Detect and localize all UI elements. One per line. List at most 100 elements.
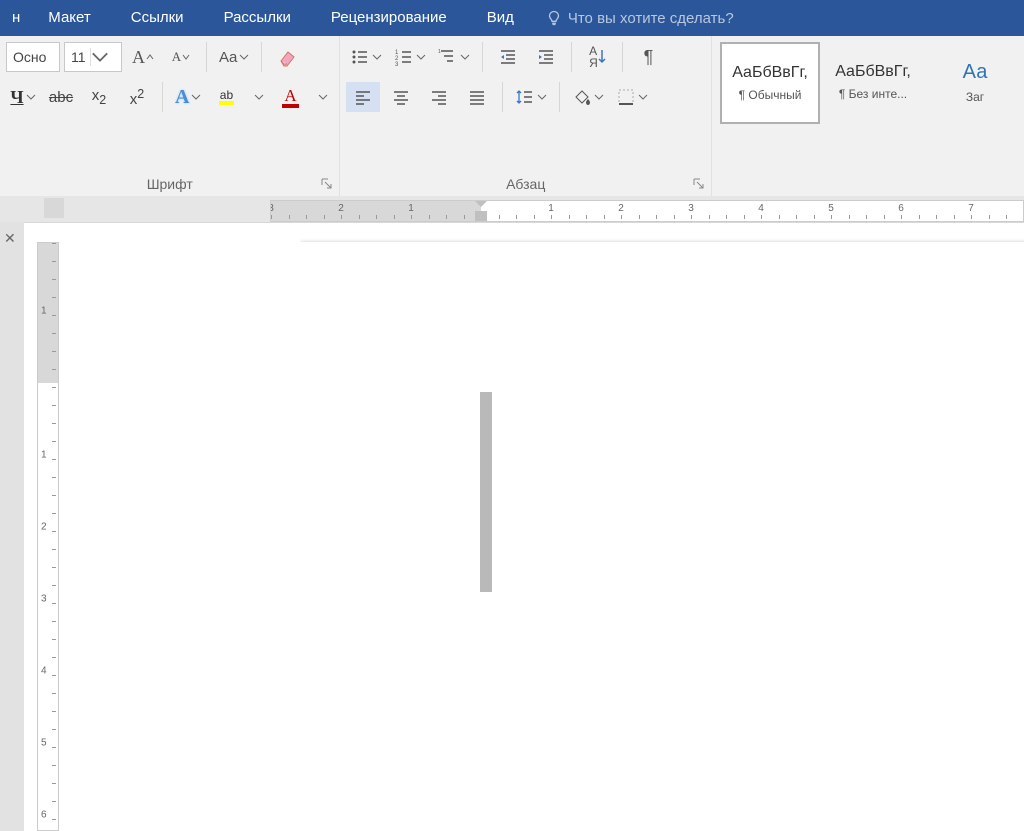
- ruler-number: 2: [338, 203, 344, 214]
- separator: [261, 42, 262, 72]
- chevron-down-icon: [460, 52, 470, 62]
- chevron-down-icon: [416, 52, 426, 62]
- show-marks-button[interactable]: ¶: [631, 42, 665, 72]
- ribbon-tab-layout[interactable]: Макет: [28, 0, 110, 36]
- align-right-button[interactable]: [422, 82, 456, 112]
- separator: [502, 82, 503, 112]
- hanging-indent-marker[interactable]: [475, 211, 487, 222]
- shading-button[interactable]: [568, 82, 608, 112]
- separator: [559, 82, 560, 112]
- ribbon-tab-view[interactable]: Вид: [467, 0, 534, 36]
- paragraph-group-label: Абзац: [340, 176, 711, 192]
- change-case-button[interactable]: Aa: [215, 42, 253, 72]
- bullets-button[interactable]: [346, 42, 386, 72]
- chevron-down-icon: [239, 52, 249, 62]
- subscript-button[interactable]: x2: [82, 82, 116, 112]
- justify-button[interactable]: [460, 82, 494, 112]
- ruler-number: 5: [41, 738, 47, 749]
- ruler-number: 1: [548, 203, 554, 214]
- paragraph-dialog-launcher[interactable]: [693, 178, 705, 190]
- sort-button[interactable]: АЯ: [580, 42, 614, 72]
- ruler-number: 2: [618, 203, 624, 214]
- align-left-button[interactable]: [346, 82, 380, 112]
- highlight-button[interactable]: ab: [209, 82, 243, 112]
- ribbon-tab-design-partial[interactable]: н: [4, 0, 28, 36]
- document-page[interactable]: [300, 242, 1024, 831]
- underline-button[interactable]: Ч: [6, 82, 40, 112]
- ribbon-tab-references[interactable]: Ссылки: [111, 0, 204, 36]
- decrease-indent-icon: [498, 47, 518, 67]
- multilevel-icon: 1: [438, 47, 458, 67]
- font-color-button[interactable]: A: [273, 82, 307, 112]
- ruler-number: 3: [41, 594, 47, 605]
- multilevel-button[interactable]: 1: [434, 42, 474, 72]
- borders-button[interactable]: [612, 82, 652, 112]
- grow-font-button[interactable]: A: [126, 42, 160, 72]
- style-name: ¶ Обычный: [739, 88, 802, 102]
- tab-selector[interactable]: [44, 198, 64, 218]
- arrow-down-icon: [598, 48, 606, 66]
- dialog-launcher-icon: [693, 178, 705, 190]
- line-spacing-icon: [515, 87, 535, 107]
- document-area: [300, 222, 1024, 831]
- font-name-combo[interactable]: Осно: [6, 42, 60, 72]
- tell-me-placeholder: Что вы хотите сделать?: [568, 10, 734, 27]
- chevron-down-icon: [191, 92, 201, 102]
- align-center-icon: [391, 87, 411, 107]
- ruler-number: 2: [41, 242, 47, 245]
- style-name: Заг: [966, 90, 984, 104]
- separator: [206, 42, 207, 72]
- text-cursor: [480, 392, 492, 592]
- font-color-dropdown[interactable]: [313, 92, 333, 102]
- chevron-down-icon: [537, 92, 547, 102]
- svg-text:3: 3: [395, 62, 399, 67]
- close-icon[interactable]: ✕: [4, 230, 16, 247]
- ruler-number: 5: [828, 203, 834, 214]
- down-caret-icon: [182, 53, 190, 61]
- chevron-down-icon: [254, 92, 264, 102]
- ruler-number: 2: [41, 522, 47, 533]
- increase-indent-button[interactable]: [529, 42, 563, 72]
- style-normal[interactable]: АаБбВвГг, ¶ Обычный: [720, 42, 820, 124]
- font-dialog-launcher[interactable]: [321, 178, 333, 190]
- style-no-spacing[interactable]: АаБбВвГг, ¶ Без инте...: [824, 42, 922, 122]
- chevron-down-icon: [372, 52, 382, 62]
- vertical-ruler-container: 21123456: [34, 222, 62, 831]
- text-effects-button[interactable]: A: [171, 82, 205, 112]
- increase-indent-icon: [536, 47, 556, 67]
- style-preview: Аа: [963, 61, 988, 90]
- ruler-number: 1: [41, 306, 47, 317]
- horizontal-ruler[interactable]: 32112345678: [270, 200, 1024, 222]
- bullets-icon: [350, 47, 370, 67]
- up-caret-icon: [146, 53, 154, 61]
- highlight-dropdown[interactable]: [249, 92, 269, 102]
- decrease-indent-button[interactable]: [491, 42, 525, 72]
- chevron-down-icon: [594, 92, 604, 102]
- separator: [482, 42, 483, 72]
- chevron-down-icon: [318, 92, 328, 102]
- align-center-button[interactable]: [384, 82, 418, 112]
- align-left-icon: [353, 87, 373, 107]
- ribbon-tab-review[interactable]: Рецензирование: [311, 0, 467, 36]
- ribbon-tab-mailings[interactable]: Рассылки: [204, 0, 311, 36]
- line-spacing-button[interactable]: [511, 82, 551, 112]
- vertical-ruler[interactable]: 21123456: [37, 242, 59, 831]
- ruler-number: 7: [968, 203, 974, 214]
- numbering-button[interactable]: 123: [390, 42, 430, 72]
- font-size-combo[interactable]: 11: [64, 42, 122, 72]
- shrink-font-button[interactable]: A: [164, 42, 198, 72]
- strikethrough-button[interactable]: abc: [44, 82, 78, 112]
- style-heading1[interactable]: Аа Заг: [926, 42, 1024, 122]
- chevron-down-icon: [26, 92, 36, 102]
- separator: [162, 82, 163, 112]
- font-group-label: Шрифт: [0, 176, 339, 192]
- superscript-button[interactable]: x2: [120, 82, 154, 112]
- separator: [571, 42, 572, 72]
- clear-formatting-button[interactable]: [270, 42, 304, 72]
- borders-icon: [616, 87, 636, 107]
- separator: [622, 42, 623, 72]
- styles-gallery[interactable]: АаБбВвГг, ¶ Обычный АаБбВвГг, ¶ Без инте…: [712, 36, 1024, 196]
- tell-me-search[interactable]: Что вы хотите сделать?: [534, 10, 734, 27]
- style-preview: АаБбВвГг,: [835, 63, 911, 87]
- align-right-icon: [429, 87, 449, 107]
